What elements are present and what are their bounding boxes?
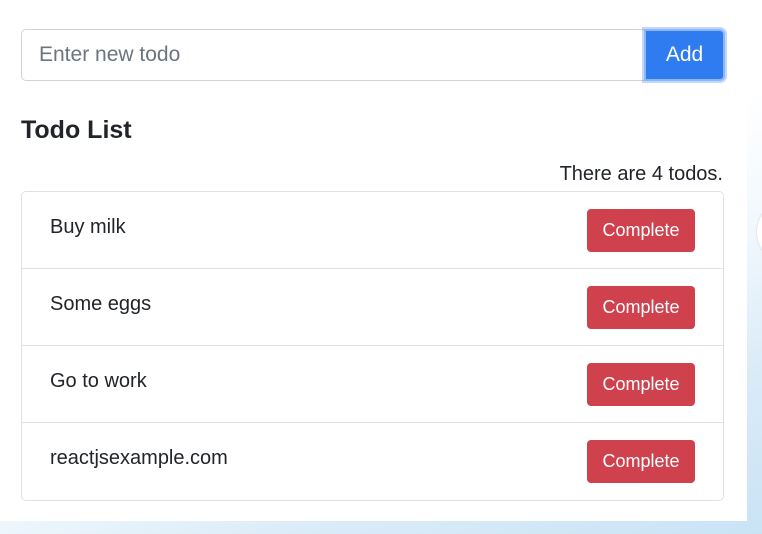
complete-button[interactable]: Complete [587,208,695,252]
edge-circle-decoration [756,205,762,259]
todo-text: Some eggs [50,292,152,315]
list-item: Go to work Complete [22,346,723,423]
todo-text: Go to work [50,369,147,392]
todo-text: Buy milk [50,215,126,238]
new-todo-form: Add [21,29,725,81]
list-item: Buy milk Complete [22,192,723,269]
complete-button[interactable]: Complete [587,440,695,483]
add-button[interactable]: Add [644,29,725,81]
list-item: Some eggs Complete [22,269,723,346]
todo-card: Add Todo List There are 4 todos. Buy mil… [0,0,747,521]
todo-text: reactjsexample.com [50,447,228,469]
new-todo-input[interactable] [21,29,644,81]
complete-button[interactable]: Complete [587,285,695,329]
list-item: reactjsexample.com Complete [22,423,723,500]
page-title: Todo List [21,116,132,144]
todo-list: Buy milk Complete Some eggs Complete Go … [21,191,724,501]
complete-button[interactable]: Complete [587,362,695,406]
todo-count: There are 4 todos. [559,163,723,185]
